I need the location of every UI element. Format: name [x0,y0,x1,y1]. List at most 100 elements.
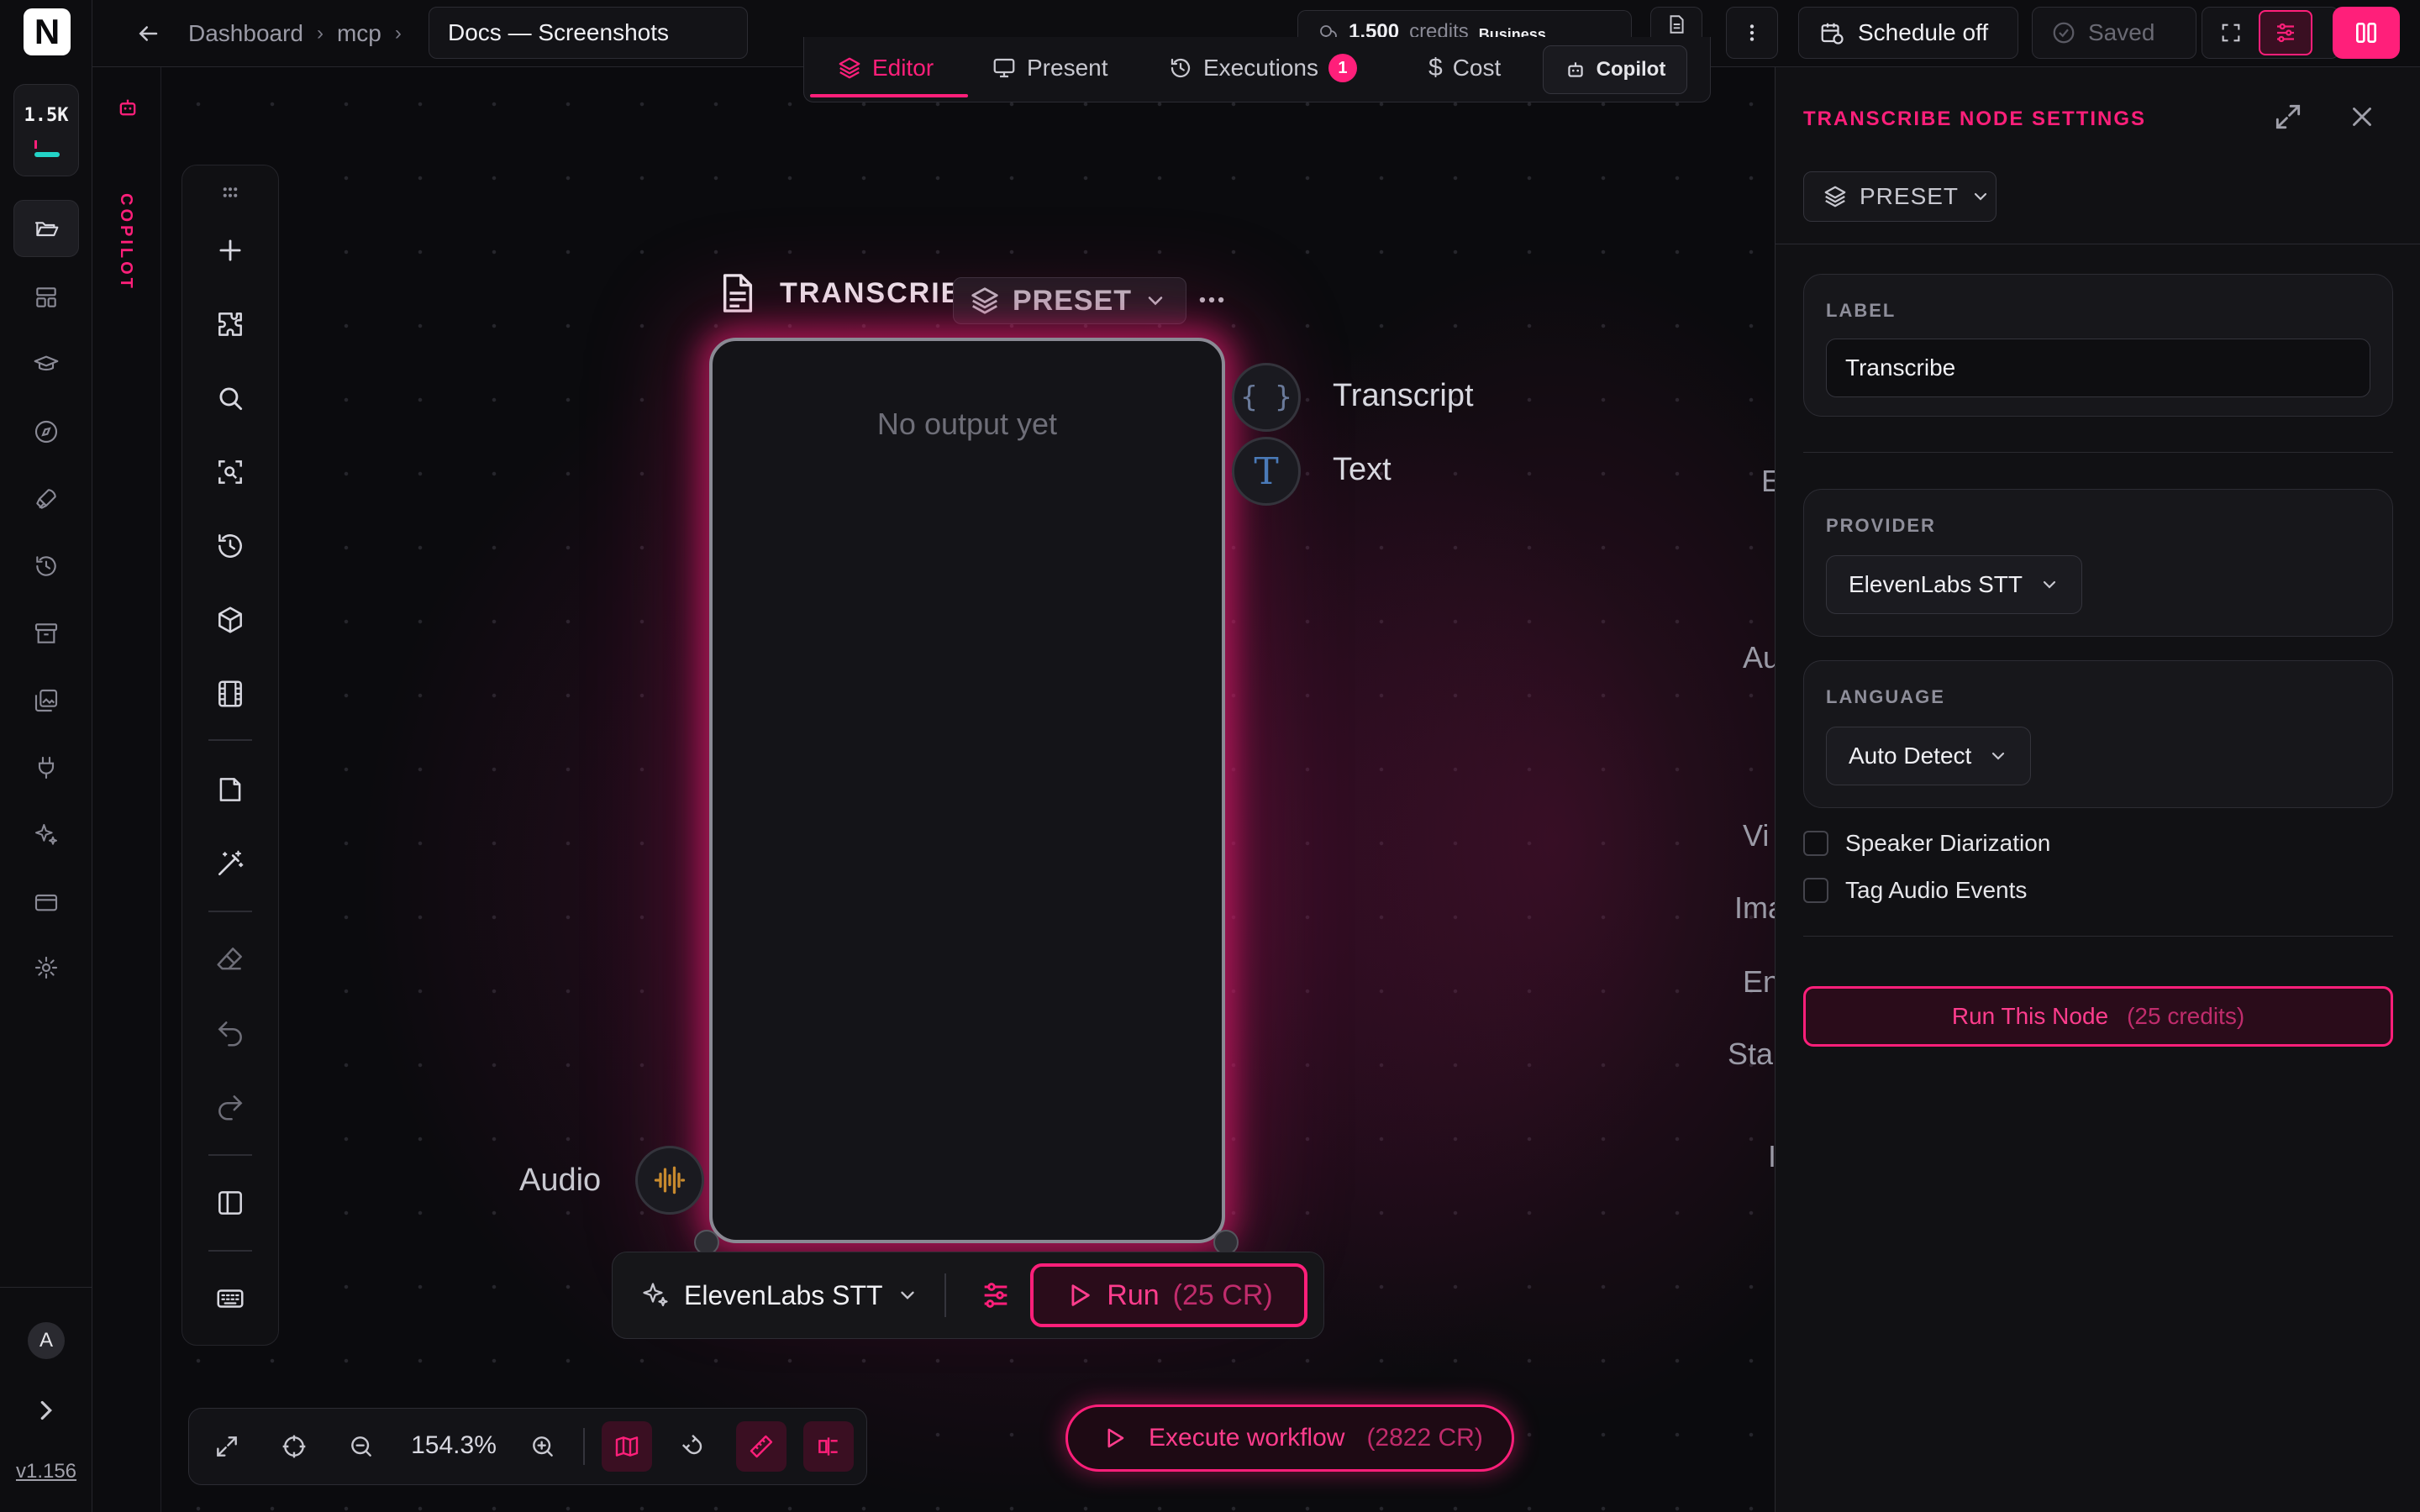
node-run-label: Run [1107,1278,1160,1311]
notes-button[interactable] [1650,7,1702,40]
provider-dropdown[interactable]: ElevenLabs STT [1826,555,2082,614]
nav-item-gallery[interactable] [13,672,79,729]
minimap-toggle-button[interactable] [602,1421,652,1472]
node-preset-dropdown[interactable]: PRESET [953,277,1186,324]
node-title[interactable]: TRANSCRIBE [780,277,956,310]
nav-item-explore[interactable] [13,403,79,460]
sidebar-toggle-tool[interactable] [202,1174,259,1231]
history-icon [218,534,242,558]
undo-tool[interactable] [202,1005,259,1062]
breadcrumb-mcp[interactable]: mcp [337,20,381,47]
tab-present[interactable]: Present [992,37,1108,99]
play-icon [1107,1428,1124,1448]
chevron-down-icon [2043,580,2056,589]
node-settings-toggle-button[interactable] [2259,10,2312,55]
more-menu-button[interactable] [1726,7,1778,59]
rocket-icon [36,489,56,509]
maximize-icon [2222,24,2240,42]
label-input[interactable] [1826,339,2370,397]
file-text-icon [1670,14,1684,34]
redo-icon [218,1095,243,1121]
speaker-diarization-checkbox[interactable] [1803,831,1828,856]
tab-editor[interactable]: Editor [837,37,934,99]
tag-audio-events-row[interactable]: Tag Audio Events [1803,874,2027,907]
nav-item-integrations[interactable] [13,739,79,796]
more-horizontal-icon[interactable] [1193,284,1230,316]
schedule-button[interactable]: Schedule off [1798,7,2018,59]
copilot-button[interactable]: Copilot [1543,45,1687,94]
node-settings-button[interactable] [975,1273,1017,1317]
nav-item-archive[interactable] [13,605,79,662]
zoom-out-button[interactable] [336,1421,387,1472]
output-port-text[interactable]: T [1232,437,1301,506]
text-cursor-toggle-button[interactable] [803,1421,854,1472]
layers-icon [839,57,860,79]
panel-layout-button[interactable] [2333,7,2400,59]
chevron-down-icon [1992,752,2005,760]
box-icon [218,606,242,633]
user-avatar[interactable]: A [28,1322,65,1359]
node-run-button[interactable]: Run (25 CR) [1030,1263,1307,1327]
settings-preset-dropdown[interactable]: PRESET [1803,171,1996,222]
ruler-toggle-button[interactable] [736,1421,786,1472]
document-title-field[interactable]: Docs — Screenshots [429,7,748,59]
fullscreen-button[interactable] [2208,10,2254,55]
execute-workflow-cost: (2822 CR) [1366,1424,1483,1452]
images-icon [34,689,58,712]
output-port-transcript[interactable]: { } [1232,363,1301,432]
magic-tool[interactable] [202,835,259,892]
expand-icon[interactable] [2272,101,2304,133]
speaker-diarization-row[interactable]: Speaker Diarization [1803,827,2050,860]
saved-status-button[interactable]: Saved [2032,7,2196,59]
language-dropdown[interactable]: Auto Detect [1826,727,2032,785]
redo-tool[interactable] [202,1079,259,1136]
nav-item-billing[interactable] [13,874,79,931]
fit-view-button[interactable] [202,1421,252,1472]
tab-executions[interactable]: Executions 1 [1168,37,1357,99]
breadcrumb-separator-icon: › [316,22,324,45]
center-view-button[interactable] [269,1421,319,1472]
nav-item-learn[interactable] [13,336,79,393]
history-tool[interactable] [202,517,259,575]
plugins-tool[interactable] [202,296,259,353]
tag-audio-events-checkbox[interactable] [1803,878,1828,903]
keyboard-shortcuts-tool[interactable] [202,1270,259,1327]
snap-toggle-button[interactable] [669,1421,719,1472]
eraser-tool[interactable] [202,931,259,988]
toolbar-drag-handle[interactable] [202,165,259,220]
zoom-out-icon [351,1436,371,1457]
run-this-node-button[interactable]: Run This Node (25 credits) [1803,986,2393,1047]
breadcrumb-dashboard[interactable]: Dashboard [188,20,303,47]
nav-item-history[interactable] [13,538,79,595]
app-logo[interactable]: N [24,8,71,55]
note-tool[interactable] [202,761,259,818]
credit-meter[interactable]: 1.5K [13,84,79,176]
3d-model-tool[interactable] [202,591,259,648]
back-button[interactable] [131,17,165,50]
execute-workflow-button[interactable]: Execute workflow (2822 CR) [1065,1404,1514,1472]
transcribe-node-card[interactable] [709,338,1225,1243]
node-provider-dropdown[interactable]: ElevenLabs STT [640,1273,918,1317]
offscreen-node-label: Sta [1728,1037,1774,1071]
search-tool[interactable] [202,370,259,427]
zoom-level[interactable]: 154.3% [407,1431,501,1460]
zoom-in-button[interactable] [518,1421,568,1472]
nav-item-templates[interactable] [13,269,79,326]
nav-item-projects[interactable] [13,200,79,257]
run-this-node-cost: (25 credits) [2127,1003,2245,1029]
focus-search-tool[interactable] [202,444,259,501]
chevron-right-icon[interactable] [30,1394,62,1426]
video-tool[interactable] [202,665,259,722]
executions-count-badge: 1 [1328,54,1357,82]
input-port-audio[interactable] [635,1146,704,1215]
add-node-tool[interactable] [202,222,259,279]
tab-cost[interactable]: $ Cost [1428,37,1501,99]
nav-item-launch[interactable] [13,470,79,528]
nav-item-ai[interactable] [13,806,79,864]
label-section-title: LABEL [1826,300,1897,321]
toolbar-divider [208,911,252,912]
app-version[interactable]: v1.156 [0,1460,92,1483]
close-icon[interactable] [2346,101,2378,133]
copilot-strip[interactable]: COPILOT [92,67,161,1512]
nav-item-settings[interactable] [13,939,79,996]
